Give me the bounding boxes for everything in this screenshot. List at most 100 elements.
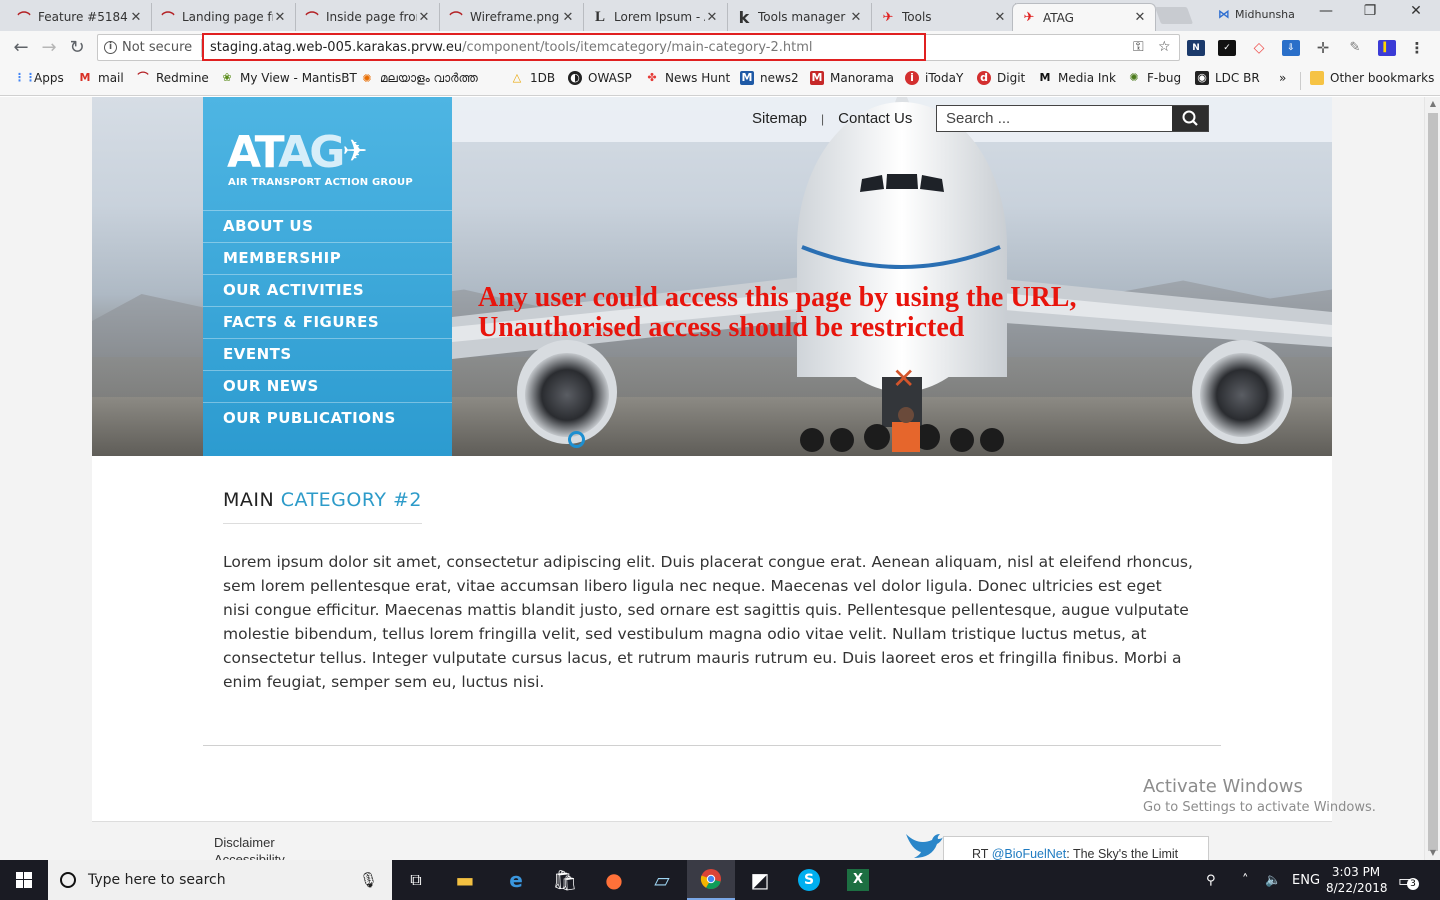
bookmark-owasp[interactable]: ◐ OWASP [568, 71, 632, 85]
close-icon[interactable]: ✕ [705, 10, 719, 25]
forward-arrow-icon[interactable]: → [38, 37, 60, 59]
close-icon[interactable]: ✕ [849, 10, 863, 25]
check-extension-icon[interactable]: ✓ [1218, 40, 1236, 56]
tab-title: ATAG [1043, 10, 1074, 25]
key-icon[interactable]: ⚿ [1133, 39, 1144, 55]
excel-icon[interactable]: X [834, 860, 882, 900]
folder-icon [1310, 71, 1324, 85]
search-button[interactable] [1172, 106, 1208, 131]
sitemap-link[interactable]: Sitemap [752, 110, 807, 127]
bookmark-apps[interactable]: ⋮⋮ Apps [14, 71, 64, 85]
bookmark-f-bug[interactable]: ✺ F-bug [1127, 71, 1181, 85]
close-icon[interactable]: ✕ [417, 10, 431, 25]
profile-button[interactable]: ⋈ Midhunsha [1218, 7, 1295, 21]
accessibility-link[interactable]: Accessibility [214, 851, 285, 860]
firefox-icon[interactable]: ● [590, 860, 638, 900]
minimize-icon[interactable]: — [1306, 3, 1346, 19]
volume-icon[interactable]: 🔈 [1265, 860, 1281, 900]
nav-events[interactable]: EVENTS [203, 338, 452, 370]
tab-lorem-ipsum[interactable]: L Lorem Ipsum - A ✕ [584, 3, 728, 31]
download-extension-icon[interactable]: ⇩ [1282, 40, 1300, 56]
nav-facts-figures[interactable]: FACTS & FIGURES [203, 306, 452, 338]
bookmark-manorama[interactable]: M Manorama [810, 71, 894, 85]
file-explorer-icon[interactable]: ▬ [441, 860, 489, 900]
notepad-icon[interactable]: ▱ [638, 860, 686, 900]
bookmark-news-hunt[interactable]: ✤ News Hunt [645, 71, 730, 85]
taskbar-search[interactable]: Type here to search 🎙 [48, 860, 392, 900]
language-indicator[interactable]: ENG [1292, 860, 1320, 900]
twitter-bird-icon [906, 834, 943, 858]
menu-icon[interactable]: ⋮ [1408, 40, 1426, 56]
close-icon[interactable]: ✕ [129, 10, 143, 25]
tab-feature-5184[interactable]: ⌒ Feature #5184: ✕ [8, 3, 152, 31]
bookmark-ldc-br[interactable]: ◉ LDC BR [1195, 71, 1260, 85]
skype-icon[interactable]: S [785, 860, 833, 900]
task-view-icon[interactable]: ⧉ [392, 860, 440, 900]
edge-icon[interactable]: e [492, 860, 540, 900]
link-separator: | [821, 111, 825, 126]
atag-logo[interactable]: ATAG✈ AIR TRANSPORT ACTION GROUP [227, 127, 413, 191]
bookmark-media-ink[interactable]: M Media Ink [1038, 71, 1116, 85]
bookmark-malayalam-news[interactable]: ✺ മലയാളം വാർത്ത [360, 71, 477, 86]
store-icon[interactable]: 🛍 [541, 860, 589, 900]
tab-wireframe[interactable]: ⌒ Wireframe.png ✕ [440, 3, 584, 31]
bookmarks-overflow-button[interactable]: » [1279, 71, 1286, 85]
restore-icon[interactable]: ❐ [1350, 3, 1390, 19]
search-icon [1182, 110, 1198, 126]
tab-tools-manager[interactable]: k Tools manager ✕ [728, 3, 872, 31]
back-arrow-icon[interactable]: ← [10, 37, 32, 59]
page-scrollbar[interactable]: ▲ ▼ [1424, 97, 1440, 860]
bookmark-digit[interactable]: d Digit [977, 71, 1025, 85]
tab-landing-page[interactable]: ⌒ Landing page fr ✕ [152, 3, 296, 31]
sticky-notes-icon[interactable]: ◩ [736, 860, 784, 900]
scrollbar-thumb[interactable] [1428, 113, 1438, 851]
new-tab-button[interactable] [1154, 7, 1194, 24]
scroll-down-icon[interactable]: ▼ [1425, 846, 1440, 860]
scroll-up-icon[interactable]: ▲ [1425, 97, 1440, 111]
security-indicator[interactable]: i Not secure [104, 40, 192, 55]
tweet-handle-link[interactable]: @BioFuelNet [992, 847, 1067, 860]
action-center-icon[interactable]: ▭ 3 [1398, 860, 1419, 900]
pocket-extension-icon[interactable]: ◇ [1250, 40, 1268, 56]
bookmark-redmine[interactable]: ⌒ Redmine [136, 71, 209, 85]
tray-chevron-icon[interactable]: ˄ [1242, 860, 1249, 900]
address-bar[interactable]: i Not secure staging.atag.web-005.karaka… [97, 33, 1180, 61]
tab-tools[interactable]: ✈ Tools ✕ [872, 3, 1016, 31]
url-text[interactable]: staging.atag.web-005.karakas.prvw.eu/com… [210, 40, 813, 55]
disclaimer-link[interactable]: Disclaimer [214, 834, 285, 851]
nav-about-us[interactable]: ABOUT US [203, 210, 452, 242]
search-input[interactable] [937, 106, 1172, 131]
close-icon[interactable]: ✕ [993, 10, 1007, 25]
close-icon[interactable]: ✕ [273, 10, 287, 25]
bookmark-itoday[interactable]: i iTodaY [905, 71, 963, 85]
nav-membership[interactable]: MEMBERSHIP [203, 242, 452, 274]
bookmark-news2[interactable]: Mnews2 [740, 71, 799, 85]
close-icon[interactable]: ✕ [1133, 10, 1147, 25]
start-button[interactable] [0, 860, 48, 900]
window-close-icon[interactable]: ✕ [1396, 3, 1436, 19]
bookmark-mantisbt[interactable]: ❀ My View - MantisBT [220, 71, 356, 85]
nav-our-publications[interactable]: OUR PUBLICATIONS [203, 402, 452, 434]
microphone-icon[interactable]: 🎙 [359, 871, 378, 889]
people-icon[interactable]: ⚲ [1206, 860, 1216, 900]
star-icon[interactable]: ☆ [1158, 39, 1171, 55]
tab-inside-page[interactable]: ⌒ Inside page fron ✕ [296, 3, 440, 31]
contact-us-link[interactable]: Contact Us [838, 110, 912, 127]
news-extension-icon[interactable]: N [1187, 40, 1205, 56]
move-extension-icon[interactable]: ✛ [1314, 40, 1332, 56]
system-clock[interactable]: 3:03 PM 8/22/2018 [1326, 864, 1388, 896]
other-bookmarks[interactable]: Other bookmarks [1310, 71, 1434, 85]
reload-icon[interactable]: ↻ [66, 37, 88, 59]
tab-atag[interactable]: ✈ ATAG ✕ [1012, 3, 1156, 31]
pen-extension-icon[interactable]: ✎ [1346, 40, 1364, 56]
bookmark-mail[interactable]: Mmail [78, 71, 124, 85]
nav-our-news[interactable]: OUR NEWS [203, 370, 452, 402]
bookmark-1db[interactable]: △ 1DB [510, 71, 555, 85]
lorem-ipsum-icon: L [594, 8, 605, 25]
slider-dot[interactable] [568, 431, 585, 448]
chrome-icon[interactable] [687, 860, 735, 900]
nav-our-activities[interactable]: OUR ACTIVITIES [203, 274, 452, 306]
flag-extension-icon[interactable]: ▍ [1378, 40, 1396, 56]
close-icon[interactable]: ✕ [561, 10, 575, 25]
digit-icon: d [977, 71, 991, 85]
